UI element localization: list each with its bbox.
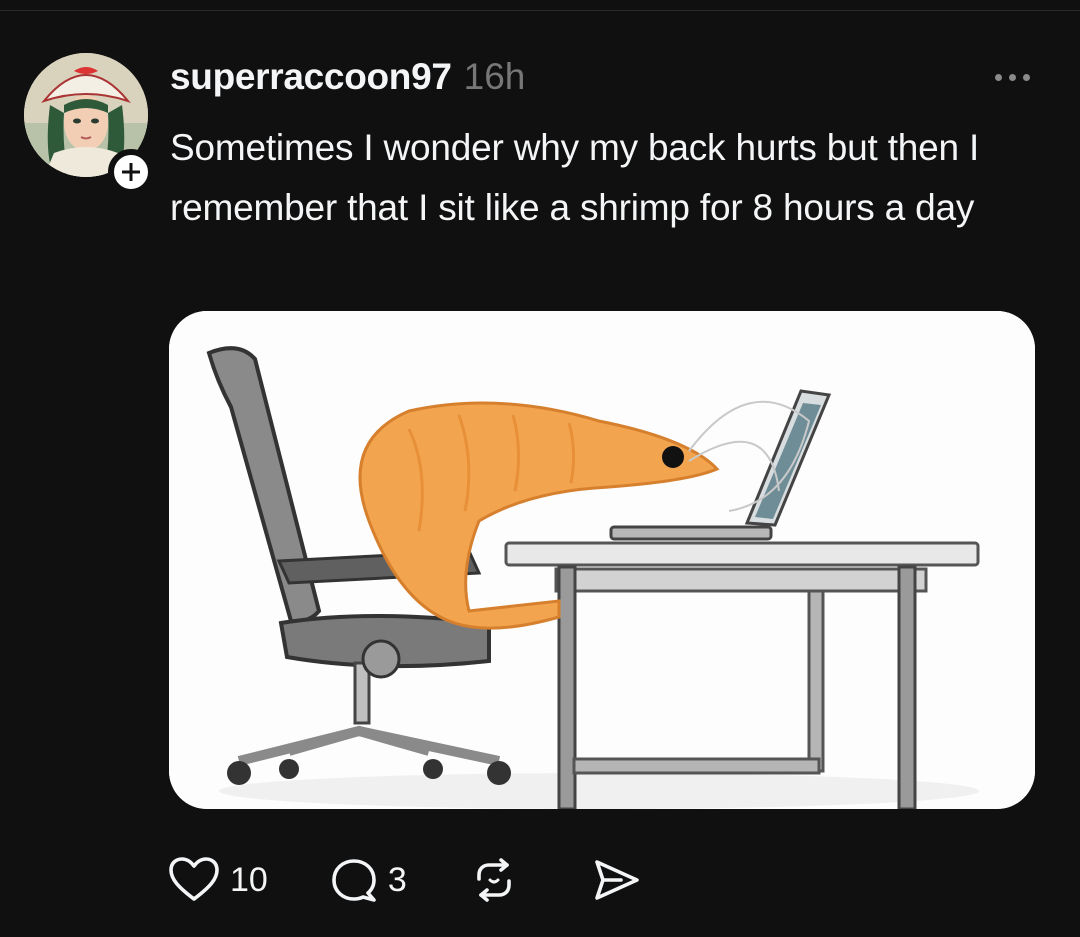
heart-icon [169, 857, 219, 901]
comment-button[interactable]: 3 [330, 857, 407, 903]
repost-icon [476, 858, 511, 902]
avatar-container[interactable] [24, 53, 154, 195]
more-dot-icon [1008, 73, 1016, 81]
more-dot-icon [1022, 73, 1030, 81]
timestamp: 16h [463, 56, 526, 97]
send-icon [594, 860, 639, 900]
post-text: Sometimes I wonder why my back hurts but… [170, 127, 980, 228]
post-header: superraccoon97 16h [170, 56, 525, 102]
plus-icon [122, 163, 140, 181]
comment-count: 3 [387, 860, 407, 899]
repost-button[interactable] [471, 857, 517, 903]
like-count: 10 [230, 860, 268, 899]
follow-button[interactable] [108, 149, 154, 195]
post-image[interactable] [169, 311, 1035, 809]
post-actions: 10 3 [168, 852, 641, 908]
comment-bubble-icon [332, 859, 376, 902]
share-button[interactable] [591, 857, 641, 903]
username[interactable]: superraccoon97 [170, 56, 452, 98]
top-divider [0, 10, 1080, 11]
like-button[interactable]: 10 [168, 857, 268, 903]
more-dot-icon [994, 73, 1002, 81]
more-options-button[interactable] [986, 64, 1038, 90]
shrimp-at-desk-image [169, 311, 1035, 809]
